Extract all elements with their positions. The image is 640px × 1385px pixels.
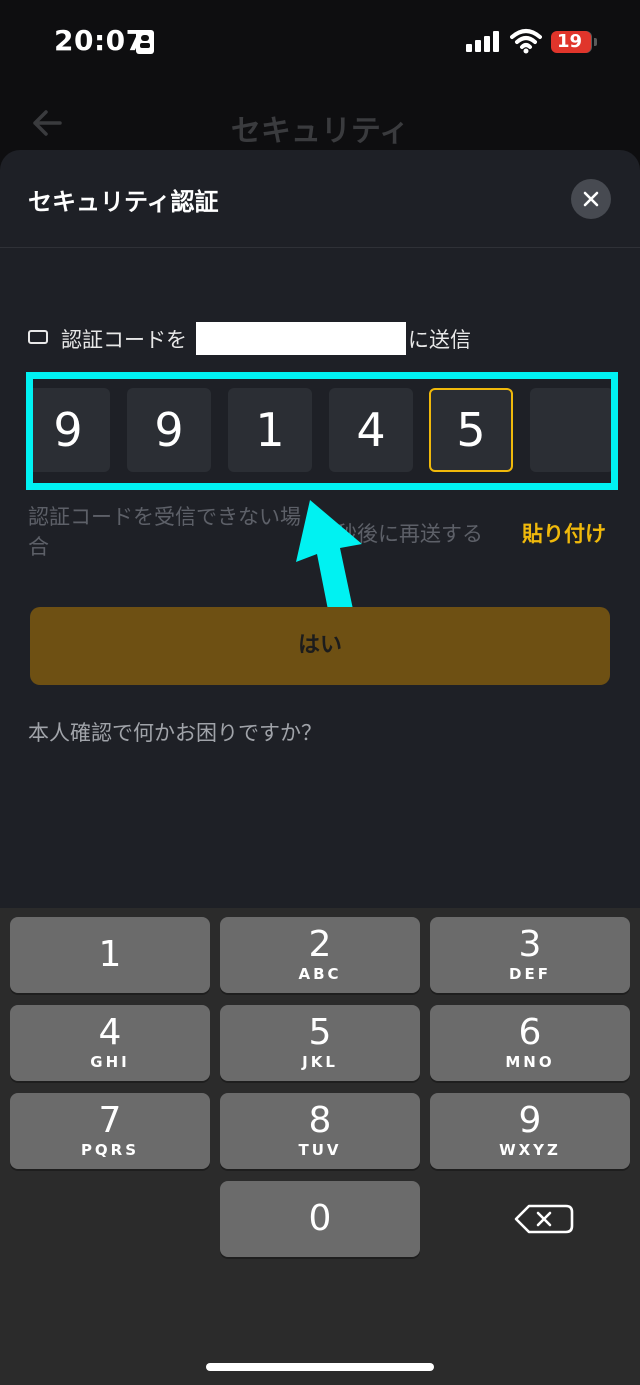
background-page-title: セキュリティ <box>230 114 410 149</box>
annotation-highlight-frame <box>26 372 618 490</box>
sent-prefix: 認証コードを <box>61 328 187 352</box>
confirm-button[interactable]: はい <box>30 607 610 685</box>
key-3[interactable]: 3 DEF <box>430 917 630 993</box>
mail-icon <box>28 330 48 344</box>
backspace-icon <box>514 1204 574 1234</box>
key-number: 2 <box>308 924 332 965</box>
security-verification-sheet: セキュリティ認証 認証コードを に送信 9 9 1 4 5 認証コードを受信でき… <box>0 150 640 910</box>
battery-indicator: 19 <box>551 31 591 53</box>
key-letters: WXYZ <box>499 1141 561 1159</box>
numeric-keypad: 1 2 ABC 3 DEF 4 GHI 5 JKL 6 MNO 7 PQRS 8… <box>0 908 640 1385</box>
key-number: 1 <box>98 934 122 975</box>
key-letters: DEF <box>509 965 551 983</box>
key-letters: ABC <box>298 965 342 983</box>
key-letters: PQRS <box>80 1141 140 1159</box>
close-icon <box>583 191 599 207</box>
key-letters: GHI <box>90 1053 130 1071</box>
wifi-icon <box>510 29 542 54</box>
battery-tip <box>594 38 597 46</box>
close-button[interactable] <box>571 179 611 219</box>
key-7[interactable]: 7 PQRS <box>10 1093 210 1169</box>
key-8[interactable]: 8 TUV <box>220 1093 420 1169</box>
redacted-email <box>196 322 406 355</box>
key-letters: TUV <box>298 1141 342 1159</box>
key-number: 9 <box>518 1100 542 1141</box>
key-number: 3 <box>518 924 542 965</box>
backspace-button[interactable] <box>430 1181 640 1257</box>
key-9[interactable]: 9 WXYZ <box>430 1093 630 1169</box>
home-indicator <box>206 1363 434 1371</box>
key-0[interactable]: 0 <box>220 1181 420 1257</box>
key-1[interactable]: 1 <box>10 917 210 993</box>
key-letters: JKL <box>302 1053 338 1071</box>
sent-suffix: に送信 <box>408 328 471 352</box>
paste-button[interactable]: 貼り付け <box>522 518 606 548</box>
header-divider <box>0 247 640 248</box>
id-card-icon <box>136 30 154 54</box>
verification-help-link[interactable]: 本人確認で何かお困りですか？ <box>28 717 322 747</box>
key-6[interactable]: 6 MNO <box>430 1005 630 1081</box>
status-time: 20:07 <box>54 24 146 57</box>
key-number: 8 <box>308 1100 332 1141</box>
key-number: 7 <box>98 1100 122 1141</box>
sheet-title: セキュリティ認証 <box>28 188 219 216</box>
status-bar: 20:07 19 <box>0 0 640 86</box>
key-2[interactable]: 2 ABC <box>220 917 420 993</box>
cellular-signal-icon <box>466 30 500 52</box>
key-5[interactable]: 5 JKL <box>220 1005 420 1081</box>
key-number: 6 <box>518 1012 542 1053</box>
key-number: 4 <box>98 1012 122 1053</box>
key-number: 0 <box>308 1198 332 1239</box>
background-nav-bar: セキュリティ <box>0 86 640 156</box>
cant-receive-link[interactable]: 認証コードを受信できない場合 <box>28 502 308 562</box>
key-4[interactable]: 4 GHI <box>10 1005 210 1081</box>
key-letters: MNO <box>505 1053 555 1071</box>
key-number: 5 <box>308 1012 332 1053</box>
